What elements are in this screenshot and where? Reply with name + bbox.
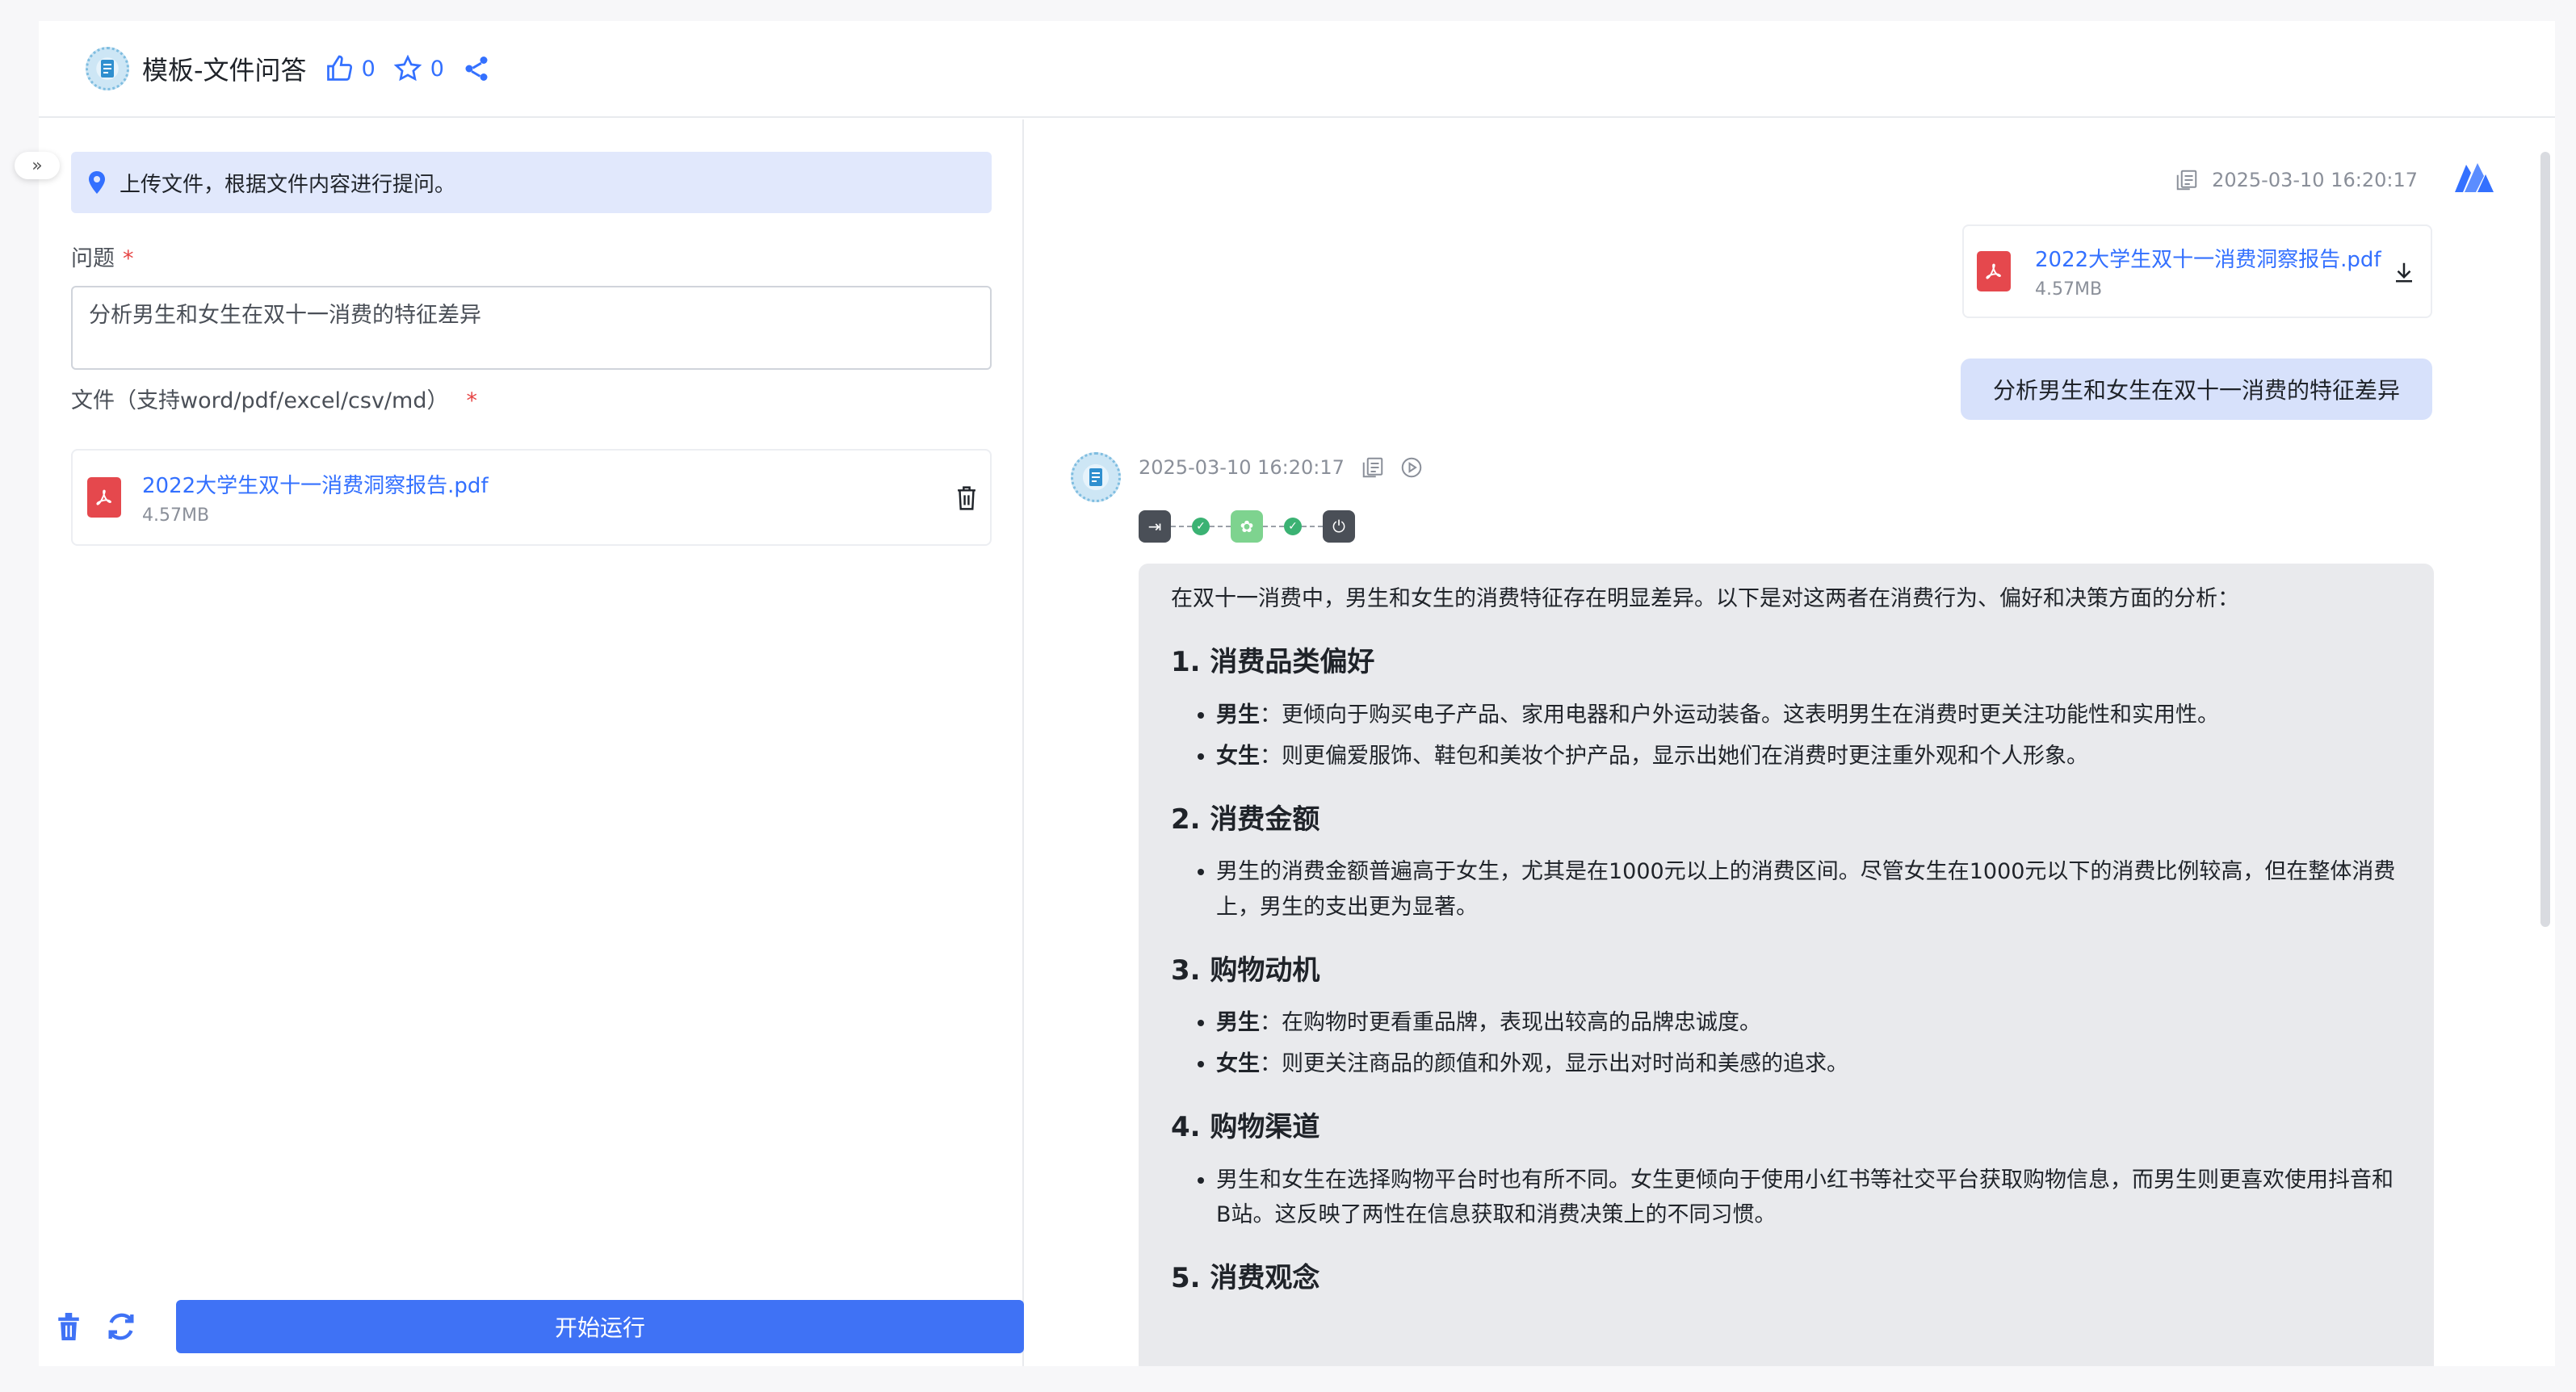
double-chevron-right-icon: » bbox=[31, 155, 43, 176]
answer-intro: 在双十一消费中，男生和女生的消费特征存在明显差异。以下是对这两者在消费行为、偏好… bbox=[1171, 586, 2239, 611]
like-button[interactable]: 0 bbox=[325, 54, 375, 83]
list-item: 男生：在购物时更看重品牌，表现出较高的品牌忠诚度。 bbox=[1216, 1005, 2402, 1040]
start-node-icon: ⇥ bbox=[1139, 510, 1171, 543]
input-panel: » 上传文件，根据文件内容进行提问。 问题* 文件（支持word/pdf/exc… bbox=[15, 119, 1024, 1366]
answer-heading: 2. 消费金额 bbox=[1171, 803, 1320, 836]
check-icon: ✓ bbox=[1284, 518, 1302, 535]
star-count: 0 bbox=[430, 56, 444, 82]
document-icon bbox=[101, 60, 114, 78]
brand-logo-icon bbox=[2455, 163, 2494, 192]
tip-banner: 上传文件，根据文件内容进行提问。 bbox=[71, 152, 992, 213]
thumbs-up-icon bbox=[326, 55, 352, 81]
page-title: 模板-文件问答 bbox=[142, 55, 307, 86]
pdf-file-icon bbox=[87, 477, 121, 518]
user-attached-file[interactable]: 2022大学生双十一消费洞察报告.pdf 4.57MB bbox=[1962, 224, 2432, 318]
plugin-node-icon: ✿ bbox=[1231, 510, 1263, 543]
user-message-time: 2025-03-10 16:20:17 bbox=[2212, 169, 2418, 191]
header: 模板-文件问答 0 0 bbox=[39, 21, 2555, 118]
pdf-file-icon bbox=[1977, 251, 2011, 291]
uploaded-file-card[interactable]: 2022大学生双十一消费洞察报告.pdf 4.57MB bbox=[71, 449, 992, 546]
user-message-meta: 2025-03-10 16:20:17 bbox=[2175, 168, 2418, 192]
acrobat-icon bbox=[96, 489, 111, 505]
user-question-bubble: 分析男生和女生在双十一消费的特征差异 bbox=[1960, 358, 2432, 420]
refresh-icon[interactable] bbox=[105, 1310, 137, 1343]
answer-list: 男生：更倾向于购买电子产品、家用电器和户外运动装备。这表明男生在消费时更关注功能… bbox=[1216, 698, 2402, 774]
document-icon bbox=[1089, 468, 1102, 486]
copy-icon[interactable] bbox=[1361, 455, 1385, 480]
like-count: 0 bbox=[361, 56, 375, 82]
question-input[interactable] bbox=[71, 286, 992, 370]
answer-list: 男生的消费金额普遍高于女生，尤其是在1000元以上的消费区间。尽管女生在1000… bbox=[1216, 854, 2402, 924]
answer-heading: 4. 购物渠道 bbox=[1171, 1111, 1320, 1144]
app-frame: 模板-文件问答 0 0 » 上传文件，根据文件内容进行提问。 问题* 文件（支持… bbox=[15, 21, 2555, 1366]
copy-icon[interactable] bbox=[2175, 168, 2199, 192]
bot-message-time: 2025-03-10 16:20:17 bbox=[1139, 456, 1345, 479]
workflow-trace[interactable]: ⇥ ✓ ✿ ✓ ⏻ bbox=[1139, 510, 1355, 543]
share-button[interactable] bbox=[462, 54, 499, 83]
list-item: 女生：则更偏爱服饰、鞋包和美妆个护产品，显示出她们在消费时更注重外观和个人形象。 bbox=[1216, 739, 2402, 774]
bot-avatar bbox=[1071, 452, 1121, 502]
download-icon[interactable] bbox=[2392, 260, 2416, 284]
scrollbar[interactable] bbox=[2540, 152, 2550, 927]
file-size: 4.57MB bbox=[2035, 279, 2103, 300]
list-item: 男生的消费金额普遍高于女生，尤其是在1000元以上的消费区间。尽管女生在1000… bbox=[1216, 854, 2402, 924]
list-item: 男生和女生在选择购物平台时也有所不同。女生更倾向于使用小红书等社交平台获取购物信… bbox=[1216, 1163, 2402, 1232]
end-node-icon: ⏻ bbox=[1323, 510, 1355, 543]
file-name-link[interactable]: 2022大学生双十一消费洞察报告.pdf bbox=[142, 469, 489, 499]
acrobat-icon bbox=[1986, 263, 2001, 279]
app-avatar bbox=[86, 47, 129, 90]
play-audio-icon[interactable] bbox=[1399, 455, 1424, 480]
star-button[interactable]: 0 bbox=[393, 54, 444, 83]
file-label: 文件（支持word/pdf/excel/csv/md） * bbox=[71, 388, 477, 413]
file-size: 4.57MB bbox=[142, 505, 210, 526]
bot-answer: 在双十一消费中，男生和女生的消费特征存在明显差异。以下是对这两者在消费行为、偏好… bbox=[1139, 564, 2434, 1366]
location-pin-icon bbox=[89, 171, 105, 194]
tip-text: 上传文件，根据文件内容进行提问。 bbox=[120, 172, 456, 197]
delete-file-icon[interactable] bbox=[954, 484, 979, 512]
answer-heading: 3. 购物动机 bbox=[1171, 954, 1320, 987]
bot-message-meta: 2025-03-10 16:20:17 bbox=[1139, 455, 1424, 480]
expand-sidebar-button[interactable]: » bbox=[15, 152, 60, 179]
run-button[interactable]: 开始运行 bbox=[176, 1300, 1024, 1353]
answer-list: 男生：在购物时更看重品牌，表现出较高的品牌忠诚度。女生：则更关注商品的颜值和外观… bbox=[1216, 1005, 2402, 1081]
chat-panel: 2025-03-10 16:20:17 2022大学生双十一消费洞察报告.pdf… bbox=[1026, 119, 2555, 1366]
clear-trash-icon[interactable] bbox=[55, 1310, 82, 1343]
answer-heading: 5. 消费观念 bbox=[1171, 1262, 1320, 1295]
list-item: 男生：更倾向于购买电子产品、家用电器和户外运动装备。这表明男生在消费时更关注功能… bbox=[1216, 698, 2402, 732]
question-label: 问题 * bbox=[71, 246, 134, 271]
check-icon: ✓ bbox=[1192, 518, 1210, 535]
file-name-link[interactable]: 2022大学生双十一消费洞察报告.pdf bbox=[2035, 243, 2381, 273]
list-item: 女生：则更关注商品的颜值和外观，显示出对时尚和美感的追求。 bbox=[1216, 1046, 2402, 1081]
share-icon bbox=[465, 57, 488, 81]
answer-list: 男生和女生在选择购物平台时也有所不同。女生更倾向于使用小红书等社交平台获取购物信… bbox=[1216, 1163, 2402, 1232]
answer-heading: 1. 消费品类偏好 bbox=[1171, 646, 1375, 679]
star-icon bbox=[393, 54, 422, 82]
bottom-toolbar: 开始运行 bbox=[55, 1300, 1024, 1353]
